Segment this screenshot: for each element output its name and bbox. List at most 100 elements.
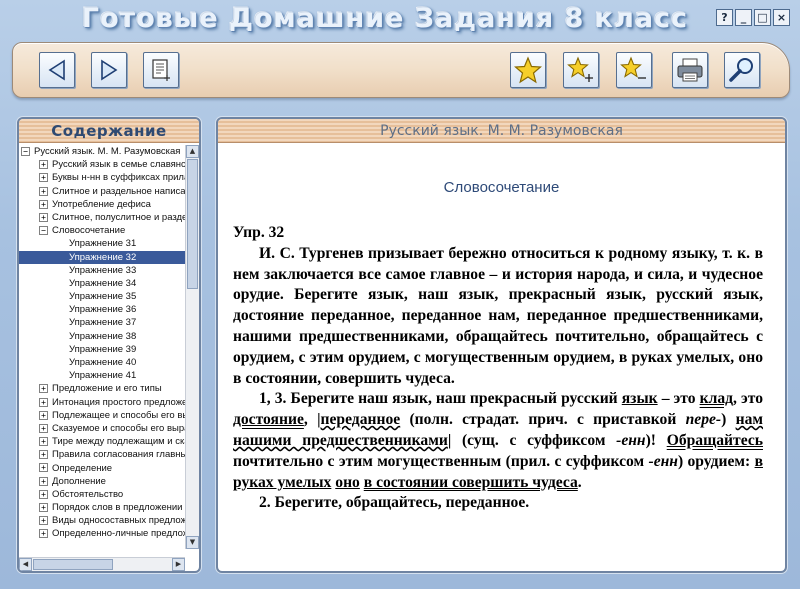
tree-item[interactable]: + Определение: [19, 462, 185, 475]
close-button[interactable]: ×: [773, 9, 790, 26]
tree-item[interactable]: + Буквы н-нн в суффиксах прилагательных: [19, 171, 185, 184]
text-run: ) орудием:: [677, 452, 755, 470]
tree-item[interactable]: Упражнение 34: [19, 277, 185, 290]
tree-item-label: Упражнение 31: [69, 238, 137, 250]
search-button[interactable]: [724, 52, 760, 88]
tree-item[interactable]: + Сказуемое и способы его выражения: [19, 422, 185, 435]
tree-horizontal-scrollbar[interactable]: ◀ ▶: [19, 557, 185, 571]
scroll-up-arrow-icon[interactable]: ▲: [186, 145, 199, 158]
tree-item[interactable]: + Предложение и его типы: [19, 382, 185, 395]
star-plus-icon: [567, 56, 593, 82]
expand-icon[interactable]: +: [39, 437, 48, 447]
predicate-word: Обращайтесь: [666, 431, 763, 449]
tree-item[interactable]: + Порядок слов в предложении: [19, 501, 185, 514]
tree-item[interactable]: + Дополнение: [19, 475, 185, 488]
help-button[interactable]: ?: [716, 9, 733, 26]
tree-item[interactable]: Упражнение 31: [19, 237, 185, 250]
tree-item-label: Порядок слов в предложении: [52, 502, 183, 514]
expand-icon[interactable]: +: [39, 212, 48, 222]
text-run: )!: [645, 431, 667, 449]
tree-item[interactable]: + Русский язык в семье славянских языков: [19, 158, 185, 171]
predicate-phrase: в состоянии совершить чудеса: [363, 473, 578, 491]
minimize-button[interactable]: _: [735, 9, 752, 26]
tree-vertical-scroll-thumb[interactable]: [187, 159, 198, 289]
scroll-left-arrow-icon[interactable]: ◀: [19, 558, 32, 571]
predicate-word: достояние: [233, 411, 304, 429]
tree-item[interactable]: + Тире между подлежащим и сказуемым: [19, 435, 185, 448]
expand-icon[interactable]: +: [39, 410, 48, 420]
tree-vertical-scrollbar[interactable]: ▲ ▼: [185, 145, 199, 549]
expand-icon[interactable]: +: [39, 397, 48, 407]
expand-icon[interactable]: +: [39, 173, 48, 183]
tree-item-label: Сказуемое и способы его выражения: [52, 422, 185, 434]
participle-word: переданное: [320, 411, 401, 429]
collapse-icon[interactable]: −: [21, 146, 30, 156]
tree-item[interactable]: + Определенно-личные предложения: [19, 527, 185, 540]
expand-icon[interactable]: +: [39, 450, 48, 460]
expand-icon[interactable]: +: [39, 463, 48, 473]
bookmark-button[interactable]: [510, 52, 546, 88]
tree-item[interactable]: + Правила согласования главных членов: [19, 448, 185, 461]
tree-item[interactable]: Упражнение 35: [19, 290, 185, 303]
tree-item[interactable]: Упражнение 36: [19, 303, 185, 316]
star-icon: [514, 56, 542, 84]
expand-icon[interactable]: +: [39, 423, 48, 433]
tree-item-label: Слитное и раздельное написание: [52, 185, 185, 197]
text-run: | (сущ. с суффиксом: [447, 431, 617, 449]
tree-item-label: Упражнение 40: [69, 357, 137, 368]
tree-item-label: Упражнение 36: [69, 304, 137, 316]
tree-item[interactable]: + Слитное, полуслитное и раздельное: [19, 211, 185, 224]
tree-item-label: Упражнение 39: [69, 343, 137, 355]
printer-icon: [677, 58, 703, 82]
expand-icon[interactable]: +: [39, 489, 48, 499]
tree-item[interactable]: + Обстоятельство: [19, 488, 185, 501]
text-run: ): [721, 411, 736, 429]
expand-icon[interactable]: +: [39, 186, 48, 196]
back-button[interactable]: [39, 52, 75, 88]
tree-item[interactable]: Упражнение 32: [19, 250, 185, 264]
tree-item[interactable]: − Словосочетание: [19, 224, 185, 237]
topic-title: Словосочетание: [443, 179, 560, 196]
tree-item-label: Упражнение 33: [69, 264, 137, 276]
tree-item-label: Упражнение 37: [69, 317, 137, 329]
tree-item[interactable]: Упражнение 39: [19, 343, 185, 356]
collapse-icon[interactable]: −: [39, 226, 48, 236]
expand-icon[interactable]: +: [39, 199, 48, 209]
tree-item[interactable]: − Русский язык. М. М. Разумовская: [19, 145, 185, 158]
tree-item[interactable]: + Интонация простого предложения: [19, 396, 185, 409]
toolbar: [12, 42, 790, 98]
print-button[interactable]: [672, 52, 708, 88]
tree-item-label: Упражнение 35: [69, 291, 137, 303]
arrow-right-icon: [101, 59, 118, 81]
expand-icon[interactable]: +: [39, 476, 48, 486]
bookmark-remove-button[interactable]: [616, 52, 652, 88]
tree-item[interactable]: + Употребление дефиса: [19, 198, 185, 211]
bookmark-add-button[interactable]: [563, 52, 599, 88]
maximize-button[interactable]: □: [754, 9, 771, 26]
expand-icon[interactable]: +: [39, 516, 48, 526]
tree-item-label: Русский язык. М. М. Разумовская: [34, 146, 181, 157]
notes-button[interactable]: [143, 52, 179, 88]
tree-item[interactable]: + Виды односоставных предложений: [19, 514, 185, 527]
tree-item[interactable]: + Слитное и раздельное написание: [19, 185, 185, 198]
expand-icon[interactable]: +: [39, 384, 48, 394]
tree-horizontal-scroll-thumb[interactable]: [33, 559, 113, 570]
tree-item[interactable]: Упражнение 38: [19, 330, 185, 343]
forward-button[interactable]: [91, 52, 127, 88]
tree-item-label: Упражнение 34: [69, 277, 137, 289]
expand-icon[interactable]: +: [39, 503, 48, 513]
note-add-icon: [152, 59, 170, 81]
paragraph-1: И. С. Тургенев призывает бережно относит…: [233, 244, 763, 387]
exercise-text: Упр. 32 И. С. Тургенев призывает бережно…: [233, 223, 763, 514]
tree-item[interactable]: + Подлежащее и способы его выражения: [19, 409, 185, 422]
contents-header: Содержание: [19, 119, 199, 143]
tree-item[interactable]: Упражнение 41: [19, 369, 185, 382]
scroll-right-arrow-icon[interactable]: ▶: [172, 558, 185, 571]
tree-item-label: Определение: [52, 462, 113, 474]
tree-item[interactable]: Упражнение 40: [19, 356, 185, 369]
tree-item[interactable]: Упражнение 37: [19, 316, 185, 329]
scroll-down-arrow-icon[interactable]: ▼: [186, 536, 199, 549]
expand-icon[interactable]: +: [39, 160, 48, 170]
expand-icon[interactable]: +: [39, 529, 48, 539]
tree-item[interactable]: Упражнение 33: [19, 264, 185, 277]
